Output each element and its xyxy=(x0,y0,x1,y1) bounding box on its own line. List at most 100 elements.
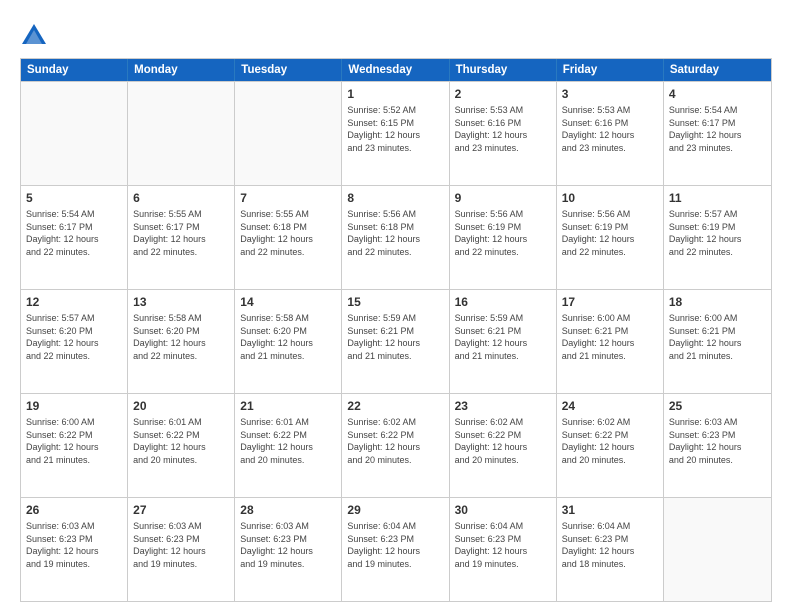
day-number: 25 xyxy=(669,398,766,414)
day-cell-23: 23 Sunrise: 6:02 AM Sunset: 6:22 PM Dayli… xyxy=(450,394,557,497)
day-cell-29: 29Sunrise: 6:04 AM Sunset: 6:23 PM Dayli… xyxy=(342,498,449,601)
day-number: 22 xyxy=(347,398,443,414)
day-cell-30: 30 Sunrise: 6:04 AM Sunset: 6:23 PM Dayli… xyxy=(450,498,557,601)
day-number: 14 xyxy=(240,294,336,310)
day-number: 28 xyxy=(240,502,336,518)
empty-cell xyxy=(235,82,342,185)
day-header-sunday: Sunday xyxy=(21,59,128,81)
day-info: Sunrise: 6:04 AM Sunset: 6:23 PM Dayligh… xyxy=(562,520,658,570)
day-cell-17: 17Sunrise: 6:00 AM Sunset: 6:21 PM Dayli… xyxy=(557,290,664,393)
day-number: 27 xyxy=(133,502,229,518)
day-number: 3 xyxy=(562,86,658,102)
day-cell-14: 14 Sunrise: 5:58 AM Sunset: 6:20 PM Dayli… xyxy=(235,290,342,393)
day-cell-19: 19 Sunrise: 6:00 AM Sunset: 6:22 PM Dayli… xyxy=(21,394,128,497)
day-cell-12: 12 Sunrise: 5:57 AM Sunset: 6:20 PM Dayli… xyxy=(21,290,128,393)
day-number: 19 xyxy=(26,398,122,414)
week-row-4: 19 Sunrise: 6:00 AM Sunset: 6:22 PM Dayli… xyxy=(21,393,771,497)
day-number: 18 xyxy=(669,294,766,310)
day-info: Sunrise: 5:56 AM Sunset: 6:18 PM Dayligh… xyxy=(347,208,443,258)
day-info: Sunrise: 6:02 AM Sunset: 6:22 PM Dayligh… xyxy=(455,416,551,466)
day-number: 30 xyxy=(455,502,551,518)
day-number: 1 xyxy=(347,86,443,102)
day-info: Sunrise: 5:59 AM Sunset: 6:21 PM Dayligh… xyxy=(455,312,551,362)
day-cell-1: 1 Sunrise: 5:52 AM Sunset: 6:15 PM Daylig… xyxy=(342,82,449,185)
day-info: Sunrise: 5:57 AM Sunset: 6:19 PM Dayligh… xyxy=(669,208,766,258)
day-info: Sunrise: 5:52 AM Sunset: 6:15 PM Dayligh… xyxy=(347,104,443,154)
day-info: Sunrise: 5:53 AM Sunset: 6:16 PM Dayligh… xyxy=(562,104,658,154)
week-row-5: 26 Sunrise: 6:03 AM Sunset: 6:23 PM Dayli… xyxy=(21,497,771,601)
page: SundayMondayTuesdayWednesdayThursdayFrid… xyxy=(0,0,792,612)
calendar-body: 1 Sunrise: 5:52 AM Sunset: 6:15 PM Daylig… xyxy=(21,81,771,601)
day-info: Sunrise: 6:01 AM Sunset: 6:22 PM Dayligh… xyxy=(133,416,229,466)
day-number: 29 xyxy=(347,502,443,518)
day-cell-24: 24 Sunrise: 6:02 AM Sunset: 6:22 PM Dayli… xyxy=(557,394,664,497)
day-info: Sunrise: 5:55 AM Sunset: 6:18 PM Dayligh… xyxy=(240,208,336,258)
day-number: 2 xyxy=(455,86,551,102)
day-cell-27: 27 Sunrise: 6:03 AM Sunset: 6:23 PM Dayli… xyxy=(128,498,235,601)
day-info: Sunrise: 6:03 AM Sunset: 6:23 PM Dayligh… xyxy=(26,520,122,570)
week-row-3: 12 Sunrise: 5:57 AM Sunset: 6:20 PM Dayli… xyxy=(21,289,771,393)
day-cell-31: 31 Sunrise: 6:04 AM Sunset: 6:23 PM Dayli… xyxy=(557,498,664,601)
day-number: 5 xyxy=(26,190,122,206)
day-cell-5: 5 Sunrise: 5:54 AM Sunset: 6:17 PM Daylig… xyxy=(21,186,128,289)
week-row-2: 5 Sunrise: 5:54 AM Sunset: 6:17 PM Daylig… xyxy=(21,185,771,289)
day-header-saturday: Saturday xyxy=(664,59,771,81)
day-cell-22: 22 Sunrise: 6:02 AM Sunset: 6:22 PM Dayli… xyxy=(342,394,449,497)
day-info: Sunrise: 6:02 AM Sunset: 6:22 PM Dayligh… xyxy=(347,416,443,466)
day-number: 4 xyxy=(669,86,766,102)
day-cell-18: 18Sunrise: 6:00 AM Sunset: 6:21 PM Dayli… xyxy=(664,290,771,393)
empty-cell xyxy=(128,82,235,185)
day-cell-4: 4 Sunrise: 5:54 AM Sunset: 6:17 PM Daylig… xyxy=(664,82,771,185)
day-info: Sunrise: 5:59 AM Sunset: 6:21 PM Dayligh… xyxy=(347,312,443,362)
day-info: Sunrise: 6:03 AM Sunset: 6:23 PM Dayligh… xyxy=(240,520,336,570)
calendar: SundayMondayTuesdayWednesdayThursdayFrid… xyxy=(20,58,772,602)
calendar-header: SundayMondayTuesdayWednesdayThursdayFrid… xyxy=(21,59,771,81)
day-info: Sunrise: 5:55 AM Sunset: 6:17 PM Dayligh… xyxy=(133,208,229,258)
day-header-monday: Monday xyxy=(128,59,235,81)
day-cell-10: 10 Sunrise: 5:56 AM Sunset: 6:19 PM Dayli… xyxy=(557,186,664,289)
day-info: Sunrise: 6:04 AM Sunset: 6:23 PM Dayligh… xyxy=(455,520,551,570)
day-number: 21 xyxy=(240,398,336,414)
day-info: Sunrise: 6:03 AM Sunset: 6:23 PM Dayligh… xyxy=(133,520,229,570)
day-info: Sunrise: 5:56 AM Sunset: 6:19 PM Dayligh… xyxy=(562,208,658,258)
day-info: Sunrise: 5:54 AM Sunset: 6:17 PM Dayligh… xyxy=(26,208,122,258)
day-cell-8: 8 Sunrise: 5:56 AM Sunset: 6:18 PM Daylig… xyxy=(342,186,449,289)
day-cell-2: 2Sunrise: 5:53 AM Sunset: 6:16 PM Daylig… xyxy=(450,82,557,185)
empty-cell xyxy=(21,82,128,185)
day-cell-28: 28 Sunrise: 6:03 AM Sunset: 6:23 PM Dayli… xyxy=(235,498,342,601)
day-number: 7 xyxy=(240,190,336,206)
day-number: 10 xyxy=(562,190,658,206)
day-info: Sunrise: 6:00 AM Sunset: 6:21 PM Dayligh… xyxy=(562,312,658,362)
day-info: Sunrise: 6:00 AM Sunset: 6:22 PM Dayligh… xyxy=(26,416,122,466)
day-header-tuesday: Tuesday xyxy=(235,59,342,81)
day-number: 26 xyxy=(26,502,122,518)
day-info: Sunrise: 5:56 AM Sunset: 6:19 PM Dayligh… xyxy=(455,208,551,258)
day-cell-15: 15 Sunrise: 5:59 AM Sunset: 6:21 PM Dayli… xyxy=(342,290,449,393)
week-row-1: 1 Sunrise: 5:52 AM Sunset: 6:15 PM Daylig… xyxy=(21,81,771,185)
day-number: 8 xyxy=(347,190,443,206)
header xyxy=(20,18,772,50)
day-cell-13: 13Sunrise: 5:58 AM Sunset: 6:20 PM Dayli… xyxy=(128,290,235,393)
day-cell-3: 3 Sunrise: 5:53 AM Sunset: 6:16 PM Daylig… xyxy=(557,82,664,185)
day-info: Sunrise: 5:57 AM Sunset: 6:20 PM Dayligh… xyxy=(26,312,122,362)
day-header-friday: Friday xyxy=(557,59,664,81)
empty-cell xyxy=(664,498,771,601)
day-header-wednesday: Wednesday xyxy=(342,59,449,81)
day-cell-16: 16Sunrise: 5:59 AM Sunset: 6:21 PM Dayli… xyxy=(450,290,557,393)
day-cell-26: 26 Sunrise: 6:03 AM Sunset: 6:23 PM Dayli… xyxy=(21,498,128,601)
day-cell-11: 11Sunrise: 5:57 AM Sunset: 6:19 PM Dayli… xyxy=(664,186,771,289)
day-cell-21: 21Sunrise: 6:01 AM Sunset: 6:22 PM Dayli… xyxy=(235,394,342,497)
day-number: 6 xyxy=(133,190,229,206)
day-number: 12 xyxy=(26,294,122,310)
day-number: 24 xyxy=(562,398,658,414)
day-info: Sunrise: 5:54 AM Sunset: 6:17 PM Dayligh… xyxy=(669,104,766,154)
day-info: Sunrise: 6:02 AM Sunset: 6:22 PM Dayligh… xyxy=(562,416,658,466)
day-cell-25: 25Sunrise: 6:03 AM Sunset: 6:23 PM Dayli… xyxy=(664,394,771,497)
day-number: 9 xyxy=(455,190,551,206)
day-number: 31 xyxy=(562,502,658,518)
day-cell-7: 7 Sunrise: 5:55 AM Sunset: 6:18 PM Daylig… xyxy=(235,186,342,289)
logo-icon xyxy=(20,22,48,50)
day-number: 23 xyxy=(455,398,551,414)
day-number: 15 xyxy=(347,294,443,310)
day-info: Sunrise: 5:58 AM Sunset: 6:20 PM Dayligh… xyxy=(240,312,336,362)
